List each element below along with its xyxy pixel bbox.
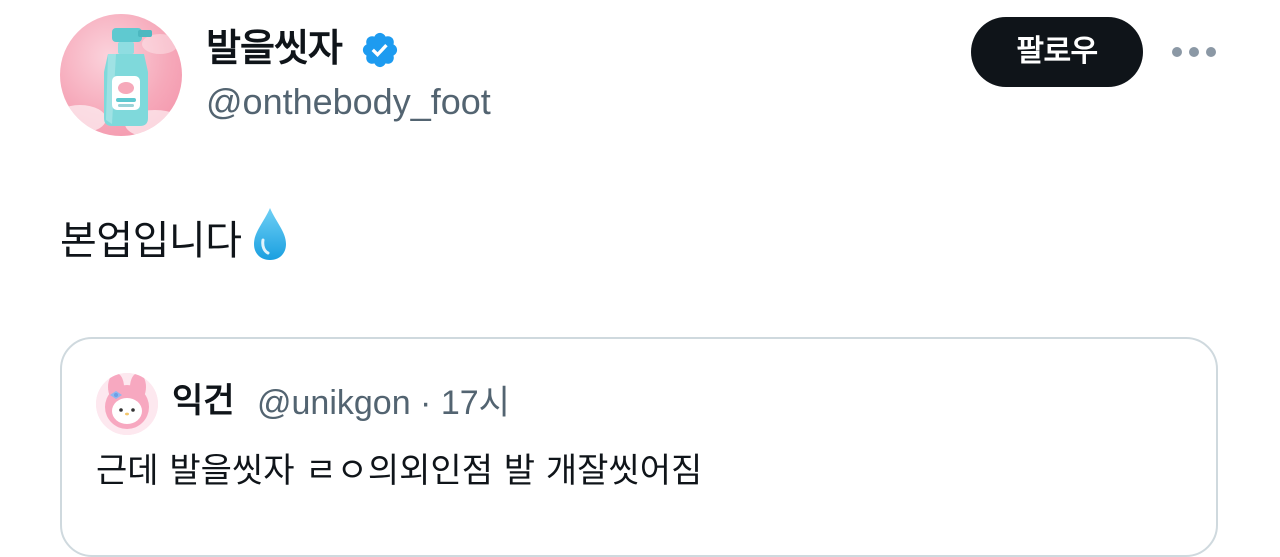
tweet-body: 본업입니다	[60, 218, 242, 264]
author-avatar[interactable]	[60, 14, 182, 136]
tweet-text: 본업입니다	[60, 206, 290, 269]
follow-button[interactable]: 팔로우	[971, 17, 1143, 87]
more-dot-icon	[1189, 47, 1199, 57]
quoted-author-name: 익건	[172, 381, 235, 421]
more-dot-icon	[1172, 47, 1182, 57]
quoted-tweet-card[interactable]: 익건 @unikgon · 17시 근데 발을씻자 ㄹㅇ의외인점 발 개잘씻어짐	[60, 337, 1218, 557]
author-handle[interactable]: @onthebody_foot	[206, 80, 491, 124]
verified-badge-icon	[362, 32, 398, 68]
quoted-tweet-text: 근데 발을씻자 ㄹㅇ의외인점 발 개잘씻어짐	[96, 451, 703, 491]
more-dot-icon	[1206, 47, 1216, 57]
quoted-author-handle-time: @unikgon · 17시	[257, 384, 510, 422]
my-melody-avatar-icon	[96, 373, 158, 435]
foot-spray-bottle-avatar-icon	[60, 28, 182, 136]
more-options-button[interactable]	[1170, 36, 1218, 68]
quoted-author-avatar[interactable]	[96, 373, 158, 435]
author-display-name[interactable]: 발을씻자	[206, 24, 343, 72]
droplet-emoji-icon	[253, 208, 286, 260]
